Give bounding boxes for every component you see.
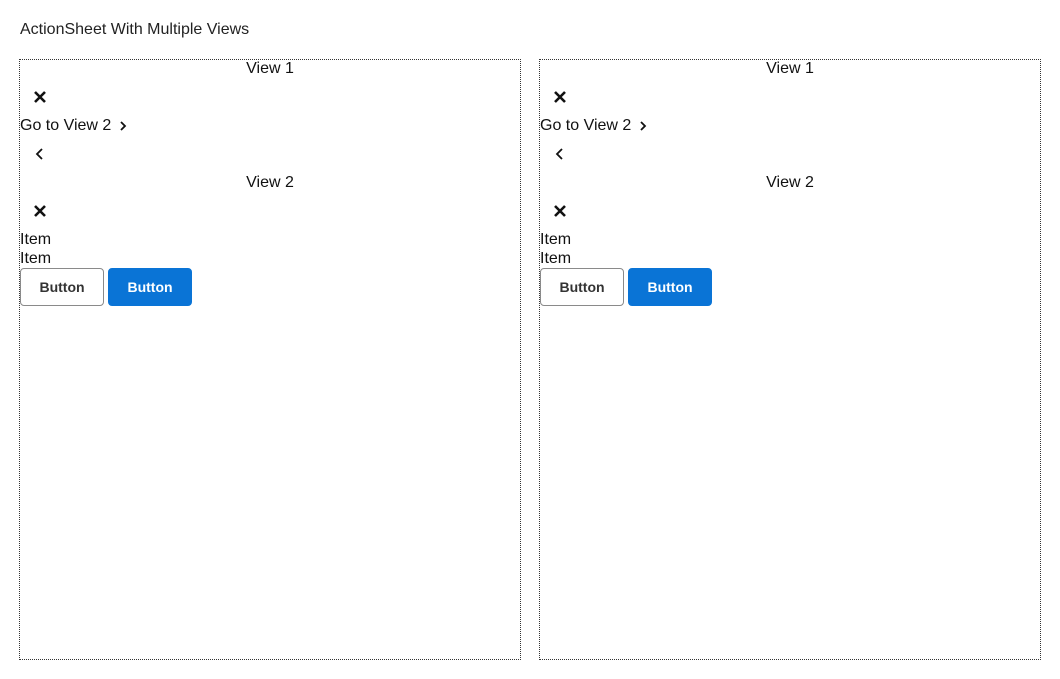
go-to-view-2-label: Go to View 2: [20, 117, 112, 134]
secondary-button[interactable]: Button: [540, 268, 624, 306]
go-to-view-2-link[interactable]: Go to View 2: [540, 117, 649, 135]
go-to-view-2-label: Go to View 2: [540, 117, 632, 134]
chevron-right-icon: [117, 120, 129, 132]
primary-button[interactable]: Button: [628, 268, 712, 306]
chevron-right-icon: [637, 120, 649, 132]
list-item[interactable]: Item: [20, 250, 51, 268]
close-icon[interactable]: [30, 87, 50, 107]
view-1-title: View 1: [246, 60, 294, 77]
action-sheet-panel-right: View 1 Go to View 2 View 2 Item Item But…: [539, 59, 1041, 660]
view-2-title: View 2: [766, 174, 814, 191]
back-chevron-left-icon[interactable]: [550, 144, 570, 164]
view-2-title: View 2: [246, 174, 294, 191]
primary-button[interactable]: Button: [108, 268, 192, 306]
close-icon[interactable]: [30, 201, 50, 221]
close-icon[interactable]: [550, 201, 570, 221]
view-1-title: View 1: [766, 60, 814, 77]
page-title: ActionSheet With Multiple Views: [20, 21, 250, 38]
secondary-button[interactable]: Button: [20, 268, 104, 306]
list-item[interactable]: Item: [540, 250, 571, 268]
list-item[interactable]: Item: [20, 231, 51, 249]
list-item[interactable]: Item: [540, 231, 571, 249]
go-to-view-2-link[interactable]: Go to View 2: [20, 117, 129, 135]
close-icon[interactable]: [550, 87, 570, 107]
back-chevron-left-icon[interactable]: [30, 144, 50, 164]
action-sheet-panel-left: View 1 Go to View 2 View 2 Item Item But…: [19, 59, 521, 660]
